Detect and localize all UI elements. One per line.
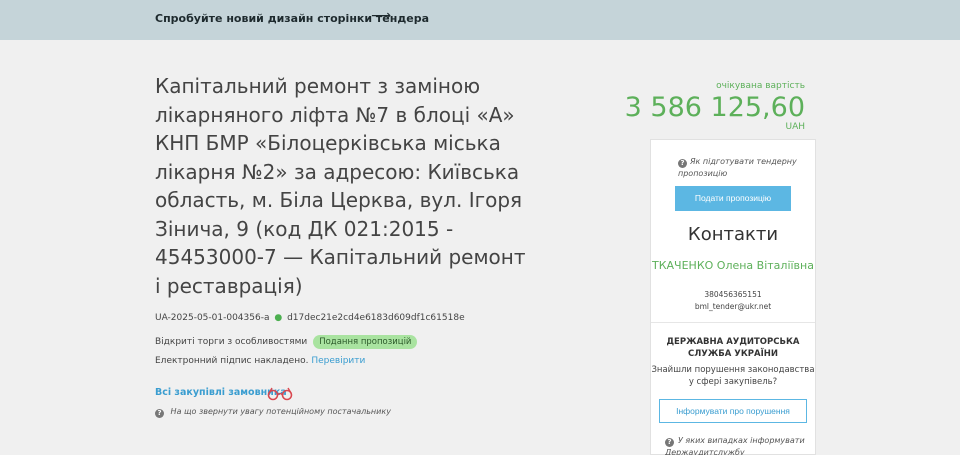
price-currency: UAH [785,122,805,132]
how-to-prepare-link[interactable]: ? Як підготувати тендерну пропозицію [678,156,798,180]
price-label: очікувана вартість [716,81,805,91]
divider [651,322,815,323]
side-panel: ? Як підготувати тендерну пропозицію Пода… [650,139,816,455]
status-dot-icon: ● [274,313,283,323]
contact-email: bml_tender@ukr.net [694,302,772,311]
price-value: 3 586 125,60 [624,92,805,123]
audit-service-title: ДЕРЖАВНА АУДИТОРСЬКА СЛУЖБА УКРАЇНИ [666,337,800,359]
question-icon: ? [678,159,687,168]
audit-question: Знайшли порушення законодавства у сфері … [651,365,815,387]
tender-title: Капітальний ремонт з заміною лікарняного… [155,74,526,298]
contacts-title: Контакти [687,224,779,245]
contact-phone: 380456365151 [704,290,762,299]
procedure-type: Відкриті торги з особливостями [155,337,308,347]
arrow-right-icon[interactable]: ⟶ [371,8,391,24]
signature-row: Електронний підпис накладено. Перевірити [155,356,365,366]
status-badge: Подання пропозицій [313,335,418,349]
procedure-row: Відкриті торги з особливостями Подання п… [155,335,418,349]
report-violation-button[interactable]: Інформувати про порушення [659,399,807,423]
tender-ids: UA-2025-05-01-004356-a ● d17dec21e2cd4e6… [155,313,465,323]
verify-signature-link[interactable]: Перевірити [311,356,365,366]
tender-hash: d17dec21e2cd4e6183d609df1c61518e [287,313,465,323]
question-icon: ? [155,409,164,418]
tender-id: UA-2025-05-01-004356-a [155,313,270,323]
glasses-icon[interactable] [266,385,294,401]
question-icon: ? [665,438,674,447]
how-to-prepare-text[interactable]: Як підготувати тендерну пропозицію [678,157,797,178]
audit-hint-text[interactable]: У яких випадках інформувати Держаудитслу… [665,436,805,455]
top-banner: Спробуйте новий дизайн сторінки тендера … [0,0,960,40]
audit-hint-link[interactable]: ? У яких випадках інформувати Держаудитсл… [665,435,805,455]
supplier-hint-text[interactable]: На що звернути увагу потенційному постач… [171,407,391,416]
supplier-hint-row[interactable]: ? На що звернути увагу потенційному пост… [155,407,391,418]
signature-text: Електронний підпис накладено. [155,356,309,366]
submit-proposal-button[interactable]: Подати пропозицію [675,186,791,211]
contact-name: ТКАЧЕНКО Олена Віталіївна [652,259,814,272]
